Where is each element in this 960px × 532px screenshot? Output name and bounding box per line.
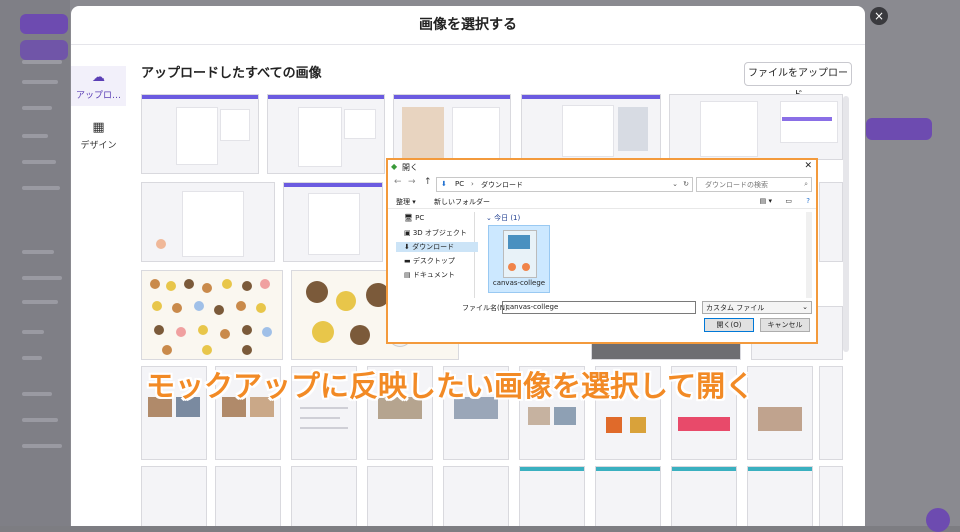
background-line [22, 106, 52, 110]
back-icon[interactable]: ← [394, 177, 402, 187]
background-line [22, 392, 52, 396]
image-thumbnail[interactable] [283, 182, 383, 262]
dialog-close-icon[interactable]: ✕ [804, 161, 812, 171]
breadcrumb-separator-icon: › [471, 180, 474, 188]
organize-button[interactable]: 整理 ▾ [396, 197, 416, 207]
tree-item-documents[interactable]: ▤ ドキュメント [404, 270, 455, 280]
background-nav-active [20, 40, 68, 60]
image-thumbnail[interactable] [443, 466, 509, 526]
background-line [22, 134, 48, 138]
image-thumbnail[interactable] [669, 94, 843, 160]
background-create-button [20, 14, 68, 34]
dialog-title: 開く [402, 163, 418, 172]
image-thumbnail[interactable] [521, 94, 661, 160]
file-item[interactable]: canvas-college [488, 225, 550, 293]
search-input[interactable]: ダウンロードの検索 ⌕ [696, 177, 812, 192]
image-thumbnail[interactable] [747, 366, 813, 460]
filetype-select[interactable]: カスタム ファイル ⌄ [702, 301, 812, 314]
background-line [22, 250, 54, 254]
image-thumbnail[interactable] [291, 466, 357, 526]
cloud-upload-icon: ☁ [92, 70, 105, 85]
background-line [22, 356, 42, 360]
tree-item-desktop[interactable]: ▬ デスクトップ [404, 256, 455, 266]
scrollbar[interactable] [843, 96, 849, 352]
close-icon[interactable]: × [870, 7, 888, 25]
filename-input[interactable]: canvas-college [502, 301, 696, 314]
tree-item-3d-objects[interactable]: ▣ 3D オブジェクト [404, 228, 467, 238]
tree-item-downloads[interactable]: ⬇ ダウンロード [396, 242, 478, 252]
refresh-icon[interactable]: ↻ [683, 180, 689, 188]
image-thumbnail[interactable] [267, 94, 385, 174]
upload-file-button[interactable]: ファイルをアップロード [744, 62, 852, 101]
background-help-icon [926, 508, 950, 532]
search-icon: ⌕ [804, 180, 808, 188]
image-thumbnail[interactable] [819, 466, 843, 526]
section-title: アップロードしたすべての画像 [141, 66, 322, 81]
sidebar-item-upload[interactable]: ☁ アップロ… [71, 66, 126, 106]
image-thumbnail[interactable] [671, 466, 737, 526]
background-line [22, 80, 58, 84]
sidebar-item-label: アップロ… [75, 91, 121, 101]
search-placeholder: ダウンロードの検索 [705, 181, 768, 189]
help-icon[interactable]: ? [806, 197, 810, 205]
sidebar-item-design[interactable]: ▦ デザイン [71, 116, 126, 156]
instruction-caption: モックアップに反映したい画像を選択して開く [146, 369, 755, 403]
breadcrumb-downloads[interactable]: ダウンロード [481, 180, 523, 190]
background-line [22, 186, 60, 190]
filetype-value: カスタム ファイル [706, 304, 765, 312]
image-thumbnail[interactable] [595, 466, 661, 526]
file-thumbnail [503, 230, 537, 278]
chevron-down-icon[interactable]: ⌄ [672, 180, 678, 188]
image-thumbnail[interactable] [215, 466, 281, 526]
navigation-pane: 🖥 PC ▣ 3D オブジェクト ⬇ ダウンロード ▬ デスクトップ ▤ ドキュ… [392, 212, 478, 298]
app-icon: ◆ [391, 162, 398, 171]
background-line [22, 276, 62, 280]
download-folder-icon: ⬇ [441, 180, 447, 188]
dialog-titlebar: ◆ 開く ✕ [388, 160, 816, 174]
view-options-icon[interactable]: ▤ ▾ [760, 197, 772, 205]
image-thumbnail[interactable] [519, 466, 585, 526]
background-action-button [866, 118, 932, 140]
forward-icon[interactable]: → [408, 177, 416, 187]
background-line [22, 330, 44, 334]
cancel-button[interactable]: キャンセル [760, 318, 810, 332]
modal-title: 画像を選択する [71, 6, 865, 45]
chevron-down-icon: ⌄ [802, 303, 808, 311]
file-list: ⌄ 今日 (1) canvas-college [480, 212, 810, 298]
open-file-dialog: ◆ 開く ✕ ← → ↑ ⬇ PC › ダウンロード ⌄ ↻ ダウンロードの検索… [386, 158, 818, 344]
image-thumbnail[interactable] [141, 270, 283, 360]
image-thumbnail[interactable] [367, 466, 433, 526]
image-thumbnail[interactable] [819, 182, 843, 262]
new-folder-button[interactable]: 新しいフォルダー [434, 197, 490, 207]
image-thumbnail[interactable] [141, 94, 259, 174]
background-line [22, 418, 58, 422]
grid-icon: ▦ [92, 120, 105, 135]
image-thumbnail[interactable] [141, 182, 275, 262]
dialog-toolbar: 整理 ▾ 新しいフォルダー ▤ ▾ ▭ ? [388, 194, 816, 209]
file-name: canvas-college [492, 279, 546, 287]
image-thumbnail[interactable] [747, 466, 813, 526]
group-header[interactable]: ⌄ 今日 (1) [486, 213, 520, 223]
preview-pane-icon[interactable]: ▭ [785, 197, 792, 205]
address-bar[interactable]: ⬇ PC › ダウンロード ⌄ ↻ [436, 177, 693, 192]
image-thumbnail[interactable] [819, 366, 843, 460]
sidebar-item-label: デザイン [80, 141, 117, 151]
breadcrumb-pc[interactable]: PC [455, 180, 464, 188]
background-line [22, 60, 62, 64]
dialog-scrollbar[interactable] [806, 212, 812, 298]
open-button[interactable]: 開く(O) [704, 318, 754, 332]
filename-value: canvas-college [506, 303, 559, 311]
tree-item-pc[interactable]: 🖥 PC [404, 214, 424, 222]
up-icon[interactable]: ↑ [424, 177, 432, 187]
image-thumbnail[interactable] [141, 466, 207, 526]
background-line [22, 300, 58, 304]
background-line [22, 444, 62, 448]
background-line [22, 160, 56, 164]
